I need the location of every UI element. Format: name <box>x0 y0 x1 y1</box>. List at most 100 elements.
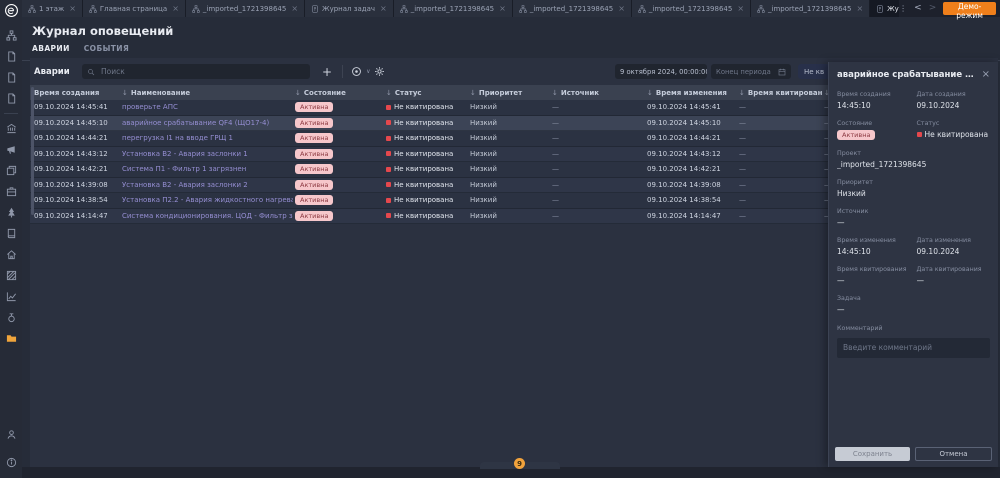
app-logo-icon[interactable] <box>4 3 19 18</box>
details-panel: аварийное срабатывание QF4 (ЩО17-4) × Вр… <box>828 62 998 467</box>
close-icon[interactable]: × <box>69 4 76 13</box>
close-icon[interactable]: × <box>380 4 387 13</box>
topbar-tab[interactable]: _imported_1721398645× <box>394 0 513 17</box>
sidebar-item-document[interactable] <box>0 46 22 67</box>
sidebar-item-user[interactable] <box>0 424 22 445</box>
topbar-tab[interactable]: _imported_1721398645× <box>751 0 870 17</box>
sidebar-item-tree[interactable] <box>0 202 22 223</box>
cell-priority: Низкий <box>468 150 550 158</box>
cancel-button[interactable]: Отмена <box>915 447 992 461</box>
chevron-down-icon[interactable]: ∨ <box>366 68 370 75</box>
home-icon <box>6 249 17 260</box>
valve-icon <box>6 312 17 323</box>
column-header[interactable]: ↓Наименование <box>120 89 293 97</box>
search-input[interactable] <box>99 66 305 77</box>
cell-priority: Низкий <box>468 212 550 220</box>
sidebar-item-valve[interactable] <box>0 307 22 328</box>
alarm-link[interactable]: Установка П2.2 - Авария жидкостного нагр… <box>122 196 293 204</box>
sidebar-item-book[interactable] <box>0 223 22 244</box>
status-dot-icon <box>386 105 391 110</box>
comment-input[interactable] <box>837 338 990 358</box>
cell-created: 09.10.2024 14:42:21 <box>32 165 120 173</box>
status-text: Не квитирована <box>394 134 453 142</box>
topbar-tab[interactable]: _imported_1721398645× <box>186 0 305 17</box>
cell-created: 09.10.2024 14:14:47 <box>32 212 120 220</box>
pattern-icon <box>6 270 17 281</box>
status-text: Не квитирована <box>394 196 453 204</box>
search-box[interactable] <box>82 64 310 79</box>
cell-state: Активна <box>293 211 384 221</box>
sidebar-item-document[interactable] <box>0 67 22 88</box>
target-icon[interactable] <box>349 66 364 77</box>
topbar-tab[interactable]: Журнал оповещений× <box>870 0 899 17</box>
close-icon[interactable]: × <box>982 70 990 80</box>
close-icon[interactable]: × <box>172 4 179 13</box>
topbar-tab[interactable]: _imported_1721398645 × <box>632 0 751 17</box>
column-label: Наименование <box>131 89 190 97</box>
alarm-link[interactable]: перегрузка I1 на вводе ГРЩ 1 <box>122 134 233 142</box>
detail-label: Дата изменения <box>917 237 991 244</box>
sort-icon: ↓ <box>470 89 476 97</box>
close-icon[interactable]: × <box>737 4 744 13</box>
tab-label: _imported_1721398645 <box>649 5 732 13</box>
detail-label: Время изменения <box>837 237 911 244</box>
save-button[interactable]: Сохранить <box>835 447 910 461</box>
sidebar-item-folder[interactable] <box>0 328 22 349</box>
sidebar-item-briefcase[interactable] <box>0 181 22 202</box>
sidebar-item-chart[interactable] <box>0 286 22 307</box>
status-text: Не квитирована <box>394 212 453 220</box>
alarm-count-badge[interactable]: 9 <box>514 458 525 469</box>
state-badge: Активна <box>295 102 333 112</box>
alarm-link[interactable]: Установка В2 - Авария заслонки 1 <box>122 150 248 158</box>
date-end-input[interactable]: Конец периода <box>711 64 791 79</box>
sidebar-item-sitemap[interactable] <box>0 25 22 46</box>
detail-field: Время изменения14:45:10 <box>837 237 911 256</box>
cell-status: Не квитирована <box>384 134 468 142</box>
column-header[interactable]: ↓Источник <box>550 89 645 97</box>
nav-forward-icon[interactable]: > <box>929 4 937 13</box>
close-icon[interactable]: × <box>499 4 506 13</box>
sidebar-item-megaphone[interactable] <box>0 139 22 160</box>
details-fields: Время создания14:45:10Дата создания09.10… <box>837 91 990 314</box>
kebab-menu-icon[interactable]: ⋮ <box>899 4 907 13</box>
demo-mode-badge[interactable]: Демо-режим <box>943 2 996 15</box>
topbar-tab[interactable]: Журнал задач× <box>305 0 394 17</box>
column-header[interactable]: Время создания <box>32 89 120 97</box>
alarm-link[interactable]: Установка В2 - Авария заслонки 2 <box>122 181 248 189</box>
sidebar-item-info[interactable] <box>0 452 22 473</box>
sidebar-item-pattern[interactable] <box>0 265 22 286</box>
date-start-input[interactable]: 9 октября 2024, 00:00:00 × <box>615 64 707 79</box>
journal-icon <box>876 5 884 13</box>
table-scrollbar[interactable] <box>31 87 34 215</box>
cell-source: — <box>550 196 645 204</box>
sidebar-item-home[interactable] <box>0 244 22 265</box>
sidebar-item-layers[interactable] <box>0 160 22 181</box>
alarm-link[interactable]: Система кондиционирования. ЦОД - Фильтр … <box>122 212 293 220</box>
cell-name: перегрузка I1 на вводе ГРЩ 1 <box>120 134 293 142</box>
alarm-link[interactable]: проверьте АПС <box>122 103 178 111</box>
column-header[interactable]: ↓Время изменения <box>645 89 737 97</box>
add-button[interactable]: + <box>318 66 336 78</box>
alarm-link[interactable]: аварийное срабатывание QF4 (ЩО17-4) <box>122 119 269 127</box>
column-header[interactable]: ↓Время квитирования <box>737 89 822 97</box>
topbar-tab[interactable]: _imported_1721398645× <box>513 0 632 17</box>
gear-icon[interactable] <box>372 66 387 77</box>
close-icon[interactable]: × <box>291 4 298 13</box>
cell-changed: 09.10.2024 14:14:47 <box>645 212 737 220</box>
folder-icon <box>6 333 17 344</box>
sidebar-divider <box>4 113 18 114</box>
alarm-link[interactable]: Система П1 - Фильтр 1 загрязнен <box>122 165 246 173</box>
cell-source: — <box>550 103 645 111</box>
topbar-tab[interactable]: 1 этаж× <box>22 0 83 17</box>
column-header[interactable]: ↓Статус <box>384 89 468 97</box>
close-icon[interactable]: × <box>618 4 625 13</box>
detail-label: Дата создания <box>917 91 991 98</box>
column-header[interactable]: ↓Состояние <box>293 89 384 97</box>
topbar-tab[interactable]: Главная страница× <box>83 0 186 17</box>
sidebar-item-document[interactable] <box>0 88 22 109</box>
sidebar-item-bank[interactable] <box>0 118 22 139</box>
column-header[interactable]: ↓Приоритет <box>468 89 550 97</box>
nav-back-icon[interactable]: < <box>914 4 922 13</box>
close-icon[interactable]: × <box>856 4 863 13</box>
column-label: Время создания <box>34 89 99 97</box>
